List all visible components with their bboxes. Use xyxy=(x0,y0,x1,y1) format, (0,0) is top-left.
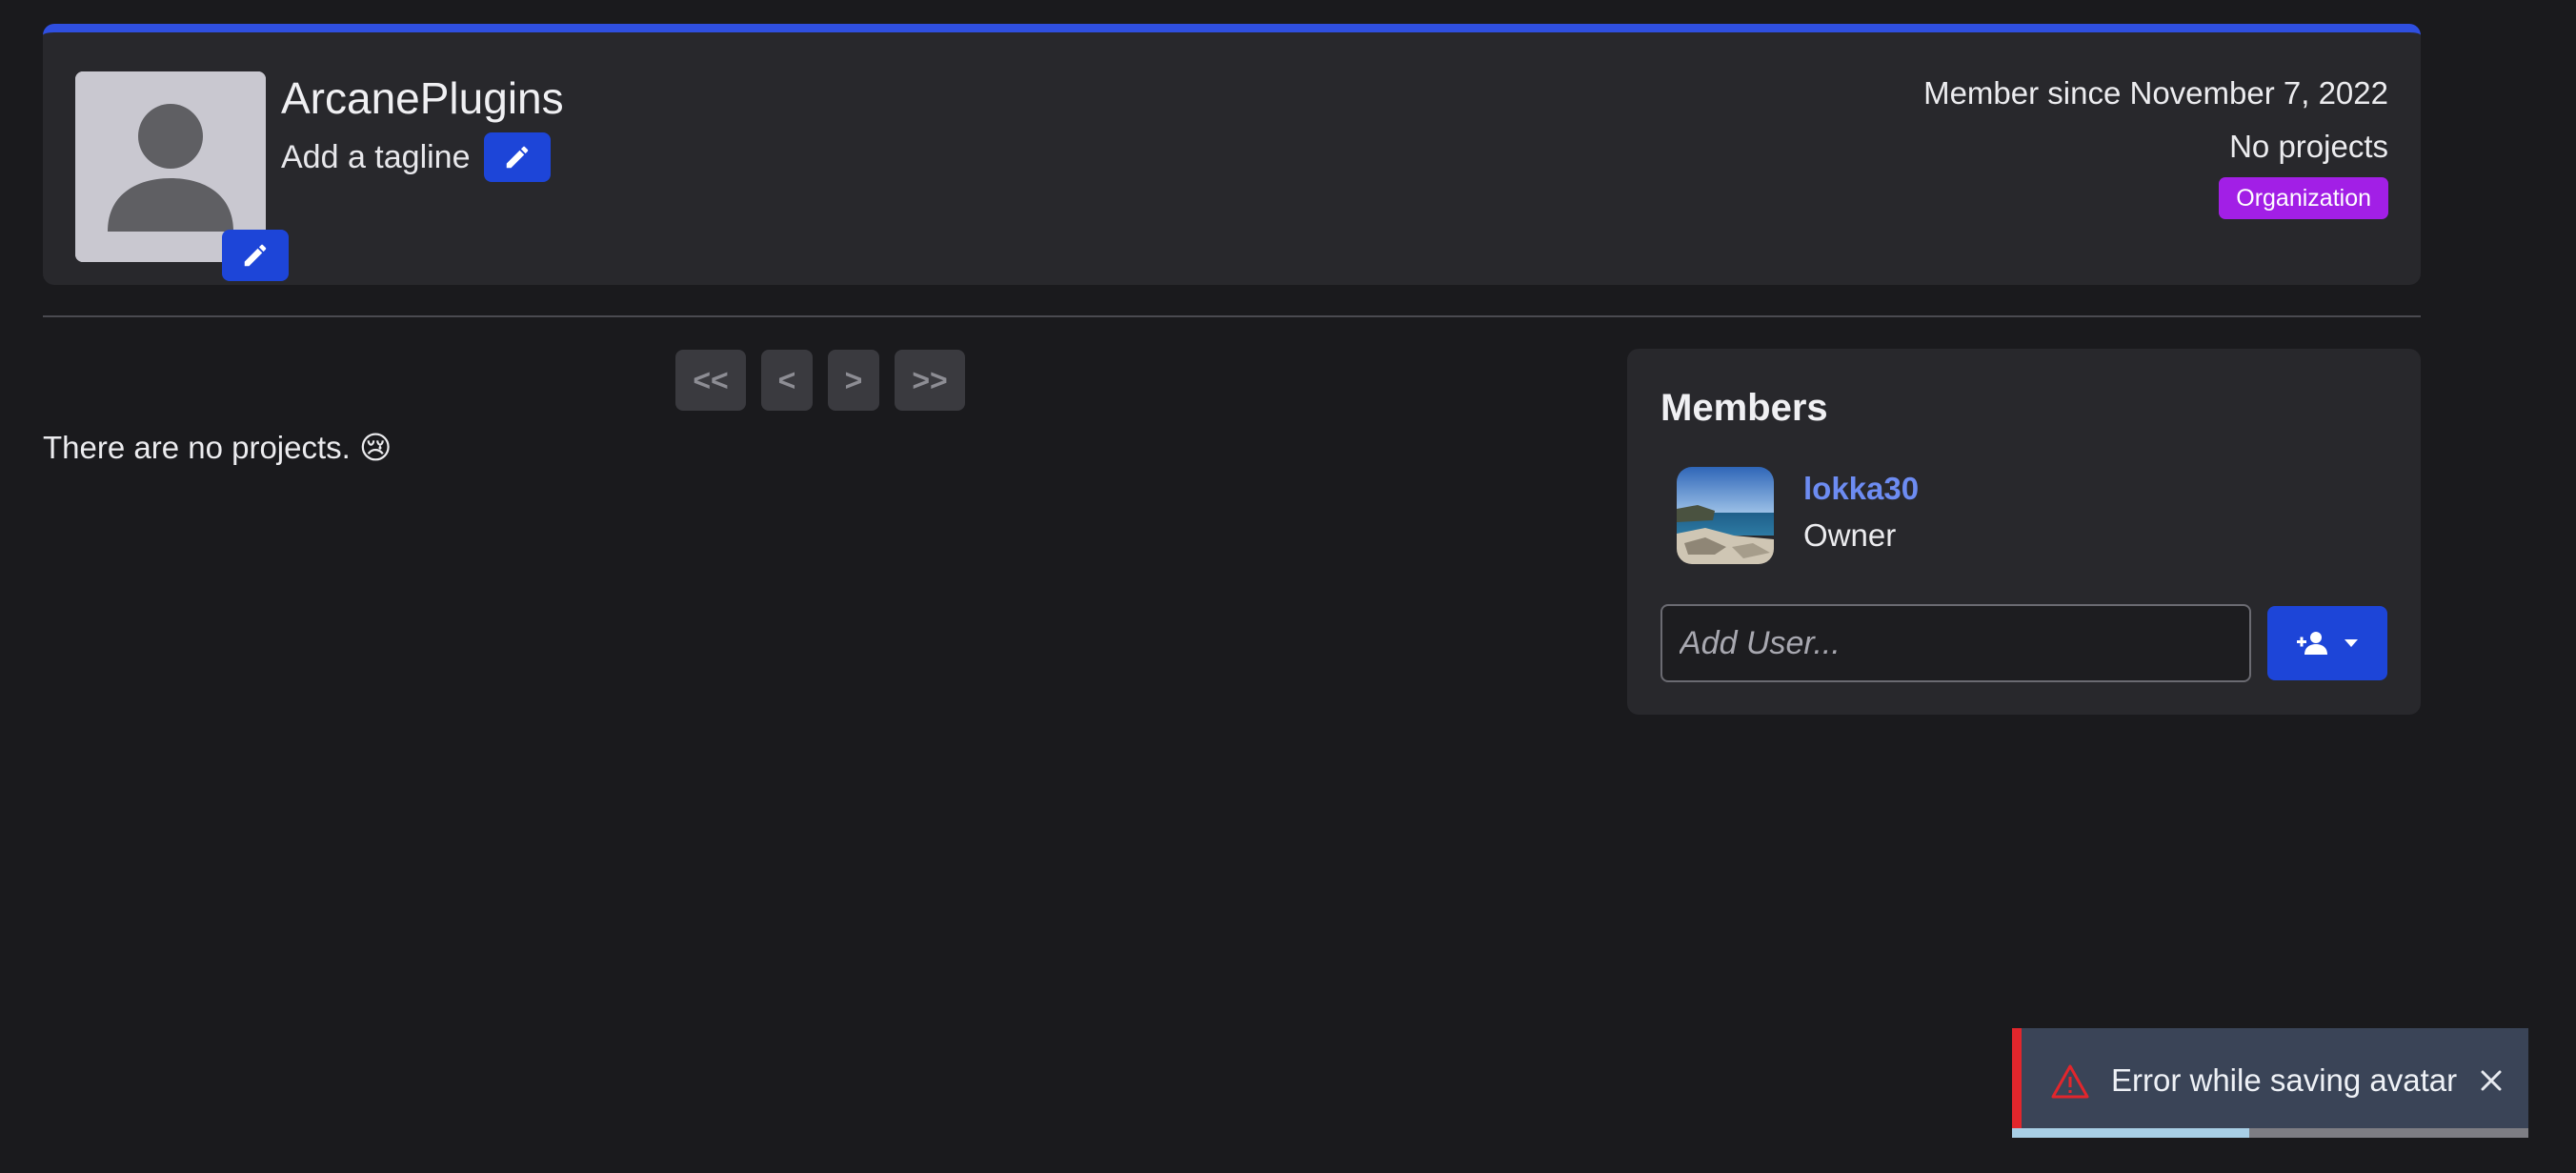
member-since: Member since November 7, 2022 xyxy=(1923,75,2388,111)
members-title: Members xyxy=(1660,387,1828,429)
caret-down-icon xyxy=(2345,639,2358,647)
pencil-icon xyxy=(506,146,529,169)
member-role: Owner xyxy=(1803,517,1897,553)
next-page-button[interactable]: > xyxy=(828,350,879,411)
member-avatar[interactable] xyxy=(1677,467,1774,564)
org-meta: Member since November 7, 2022 No project… xyxy=(1923,74,2388,219)
pagination: << < > >> xyxy=(675,350,965,411)
error-toast: Error while saving avatar xyxy=(2012,1028,2528,1138)
organization-badge: Organization xyxy=(2219,177,2388,219)
divider xyxy=(43,315,2421,317)
edit-tagline-button[interactable] xyxy=(484,132,551,182)
pencil-icon xyxy=(244,244,267,267)
prev-page-button[interactable]: < xyxy=(761,350,813,411)
member-photo xyxy=(1677,467,1774,564)
org-name: ArcanePlugins xyxy=(281,73,564,123)
add-user-input[interactable] xyxy=(1660,604,2251,682)
toast-message: Error while saving avatar xyxy=(2111,1062,2458,1098)
org-header-card: ArcanePlugins Add a tagline Member since… xyxy=(43,24,2421,285)
close-icon[interactable] xyxy=(2475,1064,2507,1097)
edit-avatar-button[interactable] xyxy=(222,230,289,281)
no-projects-message: There are no projects. 😢 xyxy=(43,430,392,465)
project-count: No projects xyxy=(2229,129,2388,164)
last-page-button[interactable]: >> xyxy=(895,350,965,411)
toast-progress-fill xyxy=(2012,1128,2250,1138)
add-user-button[interactable] xyxy=(2267,606,2387,680)
member-name-link[interactable]: lokka30 xyxy=(1803,471,1919,507)
warning-icon xyxy=(2050,1063,2090,1104)
members-card: Members lokka30 Owner Add User... xyxy=(1627,349,2421,715)
person-add-icon xyxy=(2297,632,2327,655)
organization-page: ArcanePlugins Add a tagline Member since… xyxy=(0,0,2576,1173)
tagline-text: Add a tagline xyxy=(281,139,471,175)
first-page-button[interactable]: << xyxy=(675,350,746,411)
toast-progress-bar xyxy=(2012,1128,2528,1138)
